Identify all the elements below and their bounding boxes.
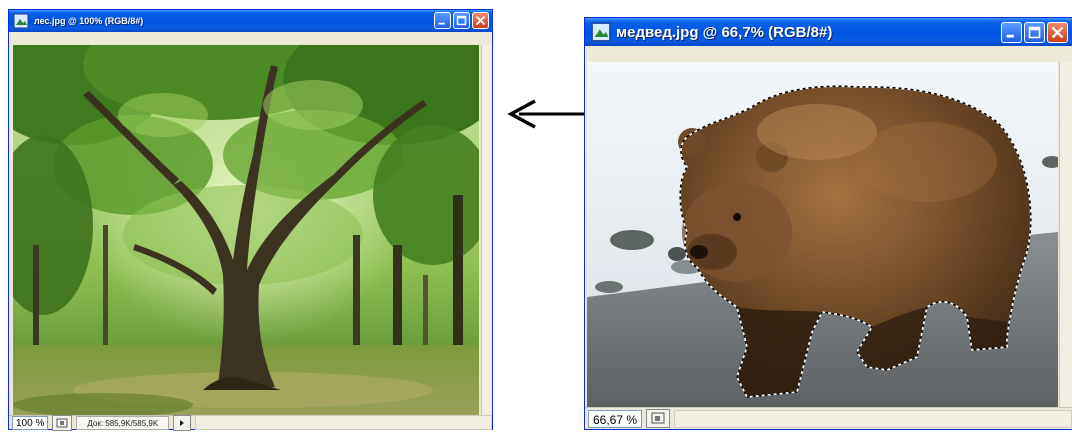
minimize-button[interactable] — [1001, 22, 1022, 43]
document-info[interactable]: Док: 585,9K/585,9K — [76, 415, 170, 430]
arrow-right-icon — [180, 419, 185, 426]
doc-info-menu-button[interactable] — [173, 414, 192, 431]
bear-image-canvas[interactable] — [587, 62, 1058, 407]
close-icon — [1051, 26, 1064, 39]
forest-photo — [13, 45, 479, 417]
navigator-button[interactable] — [646, 409, 671, 428]
minimize-icon — [1006, 34, 1014, 38]
forest-document-window[interactable]: лес.jpg @ 100% (RGB/8#) 100 % Док: 585,9… — [8, 9, 493, 431]
title-bar[interactable]: медвед.jpg @ 66,7% (RGB/8#) — [585, 18, 1072, 46]
navigator-icon — [56, 418, 68, 427]
maximize-button[interactable] — [453, 12, 470, 29]
status-bar: 66,67 % — [585, 407, 1072, 429]
horizontal-scrollbar[interactable] — [195, 415, 492, 430]
window-title: лес.jpg @ 100% (RGB/8#) — [34, 16, 144, 26]
maximize-icon — [1028, 26, 1041, 39]
horizontal-scrollbar[interactable] — [674, 409, 1072, 428]
zoom-field[interactable]: 100 % — [12, 415, 49, 430]
title-bar[interactable]: лес.jpg @ 100% (RGB/8#) — [9, 10, 492, 32]
maximize-icon — [456, 15, 467, 26]
vertical-scrollbar[interactable] — [1059, 62, 1072, 407]
status-bar: 100 % Док: 585,9K/585,9K — [9, 414, 492, 431]
close-button[interactable] — [1047, 22, 1068, 43]
bear-document-window[interactable]: медвед.jpg @ 66,7% (RGB/8#) 66,67 % — [584, 17, 1072, 430]
vertical-scrollbar[interactable] — [481, 45, 491, 417]
minimize-icon — [438, 22, 445, 25]
photoshop-doc-icon — [591, 22, 611, 42]
close-icon — [475, 15, 486, 26]
bear-photo-with-selection — [587, 62, 1058, 407]
forest-image-canvas[interactable] — [13, 45, 479, 417]
navigator-icon — [651, 412, 665, 424]
maximize-button[interactable] — [1024, 22, 1045, 43]
photoshop-doc-icon — [13, 13, 29, 29]
zoom-field[interactable]: 66,67 % — [588, 409, 643, 428]
window-title: медвед.jpg @ 66,7% (RGB/8#) — [616, 23, 833, 41]
navigator-button[interactable] — [52, 414, 73, 431]
close-button[interactable] — [472, 12, 489, 29]
minimize-button[interactable] — [434, 12, 451, 29]
